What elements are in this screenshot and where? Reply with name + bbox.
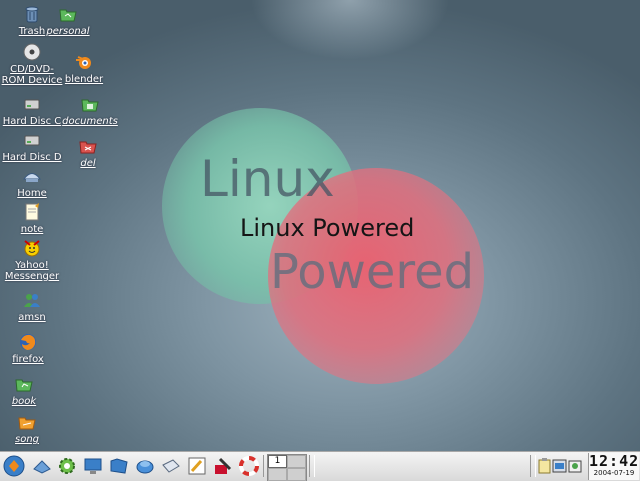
book-label: book (11, 396, 37, 407)
pencil-icon (188, 457, 206, 475)
system-tray (537, 456, 585, 477)
folder-icon (18, 417, 36, 430)
hard-disk-icon (24, 99, 40, 110)
song-label: song (14, 434, 39, 445)
show-desktop-button[interactable] (31, 455, 53, 477)
desktop-icon-note[interactable]: note (0, 202, 64, 235)
yahoo-messenger-icon (24, 240, 40, 257)
home-icon (23, 173, 41, 182)
amsn-icon (24, 294, 40, 307)
desktop-icon-firefox[interactable]: firefox (0, 332, 60, 365)
pager-desktop-1[interactable]: 1 (268, 455, 287, 468)
desktop-icon-yahoo-messenger[interactable]: Yahoo! Messenger (0, 238, 64, 282)
documents-label: documents (62, 116, 118, 127)
desktop-icon-hard-disc-c[interactable]: Hard Disc C (0, 94, 64, 127)
wallpaper-glow (250, 0, 450, 60)
gear-icon (59, 458, 75, 474)
folder-icon (15, 379, 33, 392)
pager-desktop-3[interactable] (268, 468, 287, 481)
tools-icon (215, 457, 232, 474)
del-label: del (80, 158, 96, 169)
desktop-icon-documents[interactable]: documents (58, 94, 122, 127)
mail-icon (162, 459, 180, 473)
office-button[interactable] (212, 455, 234, 477)
network-status-icon (568, 460, 582, 473)
desktop-icon-book[interactable]: book (0, 374, 56, 407)
start-menu-button[interactable] (3, 455, 25, 477)
wallpaper-linux-word: Linux (200, 150, 335, 208)
desktop-icon-song[interactable]: song (0, 412, 59, 445)
taskbar: 1 12:42 2004-07-19 (0, 451, 640, 481)
wallpaper-powered-word: Powered (270, 244, 475, 300)
system-tray-icons (538, 458, 582, 474)
hard-disc-d-label: Hard Disc D (2, 152, 62, 163)
monitor-icon (84, 458, 102, 474)
hard-disk-icon (24, 135, 40, 146)
folder-icon (81, 99, 99, 112)
yahoo-messenger-label: Yahoo! Messenger (4, 260, 60, 282)
desktop[interactable]: Linux Powered Linux Powered Trash CD/DVD… (0, 0, 640, 451)
start-menu-icon (3, 455, 25, 477)
desktop-icon (33, 460, 51, 474)
clock-date: 2004-07-19 (593, 469, 635, 477)
firefox-label: firefox (12, 354, 44, 365)
file-manager-button[interactable] (108, 455, 130, 477)
desktop-icon-personal[interactable]: personal (36, 4, 100, 37)
wallpaper-main-text: Linux Powered (240, 214, 415, 242)
note-label: note (20, 224, 44, 235)
settings-button[interactable] (56, 455, 78, 477)
folder-icon (59, 9, 77, 22)
blender-label: blender (64, 74, 104, 85)
home-label: Home (17, 188, 47, 199)
clock[interactable]: 12:42 2004-07-19 (588, 453, 639, 480)
display-icon (552, 459, 567, 473)
panel-handle[interactable] (530, 455, 536, 477)
folder-icon (110, 458, 128, 474)
clipboard-icon (538, 458, 551, 474)
cdrom-icon (23, 43, 41, 61)
note-icon (25, 203, 39, 221)
blender-icon (76, 56, 91, 69)
lifebuoy-icon (239, 456, 259, 476)
clock-time: 12:42 (589, 452, 640, 470)
personal-label: personal (46, 26, 90, 37)
amsn-label: amsn (18, 312, 46, 323)
network-button[interactable] (134, 455, 156, 477)
pager-desktop-4[interactable] (287, 468, 306, 481)
mail-button[interactable] (160, 455, 182, 477)
globe-icon (136, 460, 154, 474)
folder-icon (79, 141, 97, 154)
panel-handle[interactable] (309, 455, 315, 477)
desktop-icon-blender[interactable]: blender (52, 52, 116, 85)
help-button[interactable] (238, 455, 260, 477)
hard-disc-c-label: Hard Disc C (2, 116, 62, 127)
desktop-icon-del[interactable]: del (56, 136, 120, 169)
desktop-icon-home[interactable]: Home (0, 166, 64, 199)
desktop-pager[interactable]: 1 (267, 454, 307, 481)
firefox-icon (20, 334, 36, 350)
editor-button[interactable] (186, 455, 208, 477)
desktop-icon-hard-disc-d[interactable]: Hard Disc D (0, 130, 64, 163)
terminal-button[interactable] (82, 455, 104, 477)
pager-desktop-2[interactable] (287, 455, 306, 468)
desktop-icon-amsn[interactable]: amsn (0, 290, 64, 323)
